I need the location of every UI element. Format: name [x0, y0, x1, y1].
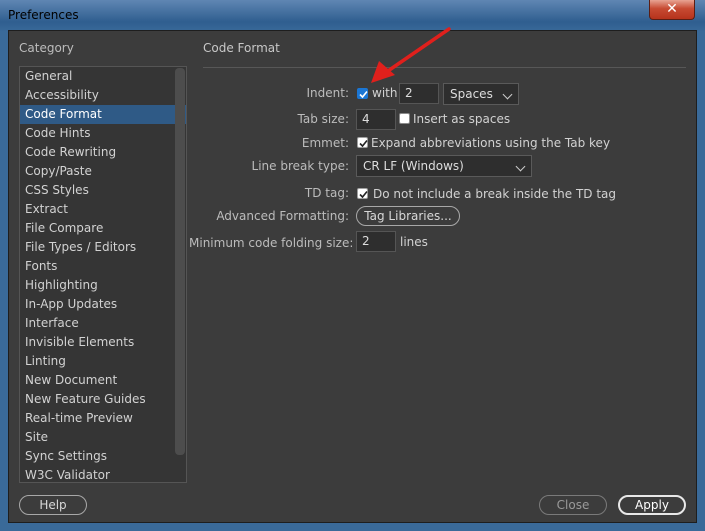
category-list[interactable]: General Accessibility Code Format Code Hint…	[19, 66, 187, 483]
folding-size-input[interactable]: 2	[356, 231, 396, 252]
emmet-label: Emmet:	[301, 136, 349, 150]
indent-checkbox[interactable]	[357, 88, 368, 99]
close-button[interactable]: Close	[539, 495, 607, 515]
category-item-new-document[interactable]: New Document	[20, 371, 186, 390]
category-item-linting[interactable]: Linting	[20, 352, 186, 371]
category-item-copy-paste[interactable]: Copy/Paste	[20, 162, 186, 181]
dialog-body: Category General Accessibility Code Format…	[8, 30, 697, 523]
tag-libraries-button[interactable]: Tag Libraries...	[356, 206, 460, 226]
apply-button[interactable]: Apply	[618, 495, 686, 515]
indent-unit-value: Spaces	[450, 87, 493, 101]
category-item-sync-settings[interactable]: Sync Settings	[20, 447, 186, 466]
category-item-new-feature-guides[interactable]: New Feature Guides	[20, 390, 186, 409]
chevron-down-icon	[515, 161, 526, 172]
insert-spaces-label: Insert as spaces	[413, 112, 511, 126]
line-break-value: CR LF (Windows)	[363, 159, 464, 173]
td-tag-label: TD tag:	[304, 186, 349, 200]
panel-title: Code Format	[203, 41, 280, 55]
close-icon[interactable]: ✕	[649, 0, 695, 20]
category-item-in-app-updates[interactable]: In-App Updates	[20, 295, 186, 314]
help-button[interactable]: Help	[19, 495, 87, 515]
title-bar[interactable]: Preferences ✕	[0, 0, 705, 30]
line-break-select[interactable]: CR LF (Windows)	[356, 155, 532, 177]
line-break-label: Line break type:	[251, 159, 349, 173]
category-item-code-rewriting[interactable]: Code Rewriting	[20, 143, 186, 162]
category-heading: Category	[19, 41, 74, 55]
category-item-real-time-preview[interactable]: Real-time Preview	[20, 409, 186, 428]
category-item-file-compare[interactable]: File Compare	[20, 219, 186, 238]
category-item-extract[interactable]: Extract	[20, 200, 186, 219]
category-item-w3c-validator[interactable]: W3C Validator	[20, 466, 186, 482]
annotation-arrow-icon	[371, 27, 451, 83]
window-title: Preferences	[8, 8, 79, 22]
advanced-formatting-label: Advanced Formatting:	[216, 209, 349, 223]
category-scrollbar[interactable]	[175, 68, 185, 455]
category-item-invisible-elements[interactable]: Invisible Elements	[20, 333, 186, 352]
preferences-window: Preferences ✕ Category General Accessibil…	[0, 0, 705, 531]
indent-with-label: with	[372, 86, 398, 100]
folding-size-label: Minimum code folding size:	[189, 236, 354, 250]
folding-unit-label: lines	[400, 235, 428, 249]
category-item-site[interactable]: Site	[20, 428, 186, 447]
category-item-accessibility[interactable]: Accessibility	[20, 86, 186, 105]
category-item-css-styles[interactable]: CSS Styles	[20, 181, 186, 200]
category-item-general[interactable]: General	[20, 67, 186, 86]
category-item-fonts[interactable]: Fonts	[20, 257, 186, 276]
insert-spaces-checkbox[interactable]	[399, 113, 410, 124]
emmet-checkbox[interactable]	[357, 137, 368, 148]
td-tag-text: Do not include a break inside the TD tag	[373, 187, 617, 201]
indent-label: Indent:	[306, 86, 350, 100]
tab-size-input[interactable]: 4	[356, 109, 396, 130]
emmet-text: Expand abbreviations using the Tab key	[371, 136, 611, 150]
category-item-interface[interactable]: Interface	[20, 314, 186, 333]
category-item-code-hints[interactable]: Code Hints	[20, 124, 186, 143]
chevron-down-icon	[502, 89, 513, 100]
td-tag-checkbox[interactable]	[357, 188, 368, 199]
category-item-file-types-editors[interactable]: File Types / Editors	[20, 238, 186, 257]
tab-size-label: Tab size:	[297, 112, 349, 126]
category-item-highlighting[interactable]: Highlighting	[20, 276, 186, 295]
category-item-code-format[interactable]: Code Format	[20, 105, 186, 124]
